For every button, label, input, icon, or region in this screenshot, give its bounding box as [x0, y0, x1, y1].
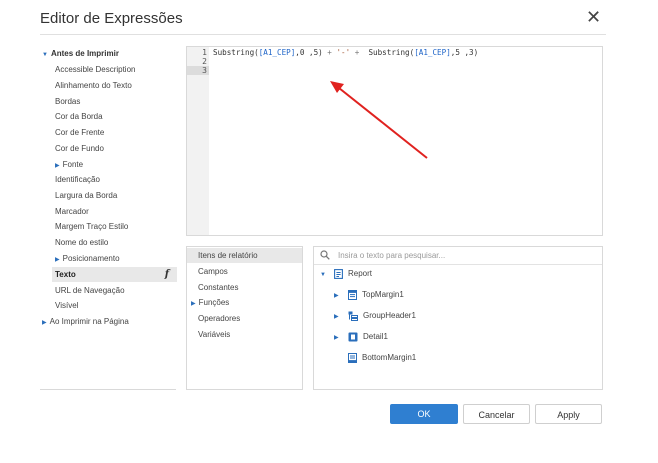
category-variaveis[interactable]: Variáveis — [187, 327, 302, 342]
cancel-button[interactable]: Cancelar — [463, 404, 530, 424]
dialog-title: Editor de Expressões — [40, 10, 183, 27]
category-itens-de-relatorio[interactable]: Itens de relatório — [187, 248, 302, 263]
tree-item[interactable]: Accessible Description — [55, 62, 135, 77]
caret-right-icon: ▶ — [55, 163, 60, 169]
ok-button[interactable]: OK — [390, 404, 458, 424]
tree-item-posicionamento[interactable]: ▶ Posicionamento — [55, 251, 120, 266]
field-report[interactable]: ▼ Report — [320, 267, 372, 281]
search-box[interactable]: Insira o texto para pesquisar... — [314, 247, 602, 265]
category-operadores[interactable]: Operadores — [187, 311, 302, 326]
code-line-1[interactable]: Substring([A1_CEP],0 ,5) + '-' + Substri… — [213, 48, 478, 57]
category-list: Itens de relatório Campos Constantes ▶ Fu… — [186, 246, 303, 390]
expression-editor[interactable]: 1 2 3 Substring([A1_CEP],0 ,5) + '-' + S… — [186, 46, 603, 236]
detail-icon — [348, 332, 358, 342]
line-number-active: 3 — [187, 66, 209, 75]
caret-right-icon: ▶ — [334, 335, 339, 341]
tree-item[interactable]: Visível — [55, 298, 78, 313]
caret-right-icon: ▶ — [334, 314, 339, 320]
field-topmargin[interactable]: ▶ TopMargin1 — [334, 288, 404, 302]
category-funcoes[interactable]: ▶ Funções — [187, 295, 302, 310]
tree-item[interactable]: Cor da Borda — [55, 109, 103, 124]
property-tree: ▼ Antes de Imprimir Accessible Descriptio… — [40, 46, 177, 390]
tree-item[interactable]: Margem Traço Estilo — [55, 219, 128, 234]
apply-button[interactable]: Apply — [535, 404, 602, 424]
group-header-icon — [348, 311, 358, 321]
function-icon[interactable]: f — [165, 267, 169, 282]
tree-item-texto-selected[interactable]: Texto f — [52, 267, 177, 282]
tree-item[interactable]: Alinhamento do Texto — [55, 78, 132, 93]
caret-right-icon: ▶ — [191, 301, 196, 307]
tree-root-antes-de-imprimir[interactable]: ▼ Antes de Imprimir — [42, 46, 119, 61]
tree-item[interactable]: Marcador — [55, 204, 89, 219]
tree-item[interactable]: URL de Navegação — [55, 283, 125, 298]
field-groupheader[interactable]: ▶ GroupHeader1 — [334, 309, 416, 323]
search-input[interactable]: Insira o texto para pesquisar... — [338, 251, 445, 260]
tree-item-fonte[interactable]: ▶ Fonte — [55, 157, 83, 172]
field-detail[interactable]: ▶ Detail1 — [334, 330, 388, 344]
tree-item[interactable]: Nome do estilo — [55, 235, 108, 250]
tree-item[interactable]: Cor de Fundo — [55, 141, 104, 156]
tree-root-ao-imprimir[interactable]: ▶ Ao Imprimir na Página — [42, 314, 129, 329]
header-divider — [40, 34, 606, 35]
line-number: 2 — [202, 57, 207, 66]
line-number-gutter: 1 2 3 — [187, 47, 209, 235]
category-constantes[interactable]: Constantes — [187, 280, 302, 295]
band-icon — [348, 289, 357, 300]
tree-item[interactable]: Largura da Borda — [55, 188, 117, 203]
tree-item[interactable]: Cor de Frente — [55, 125, 104, 140]
search-icon — [320, 250, 330, 260]
band-icon — [348, 352, 357, 363]
tree-item[interactable]: Identificação — [55, 172, 100, 187]
caret-right-icon: ▶ — [334, 293, 339, 299]
category-campos[interactable]: Campos — [187, 264, 302, 279]
report-icon — [334, 268, 343, 279]
caret-right-icon: ▶ — [55, 257, 60, 263]
caret-down-icon: ▼ — [320, 272, 326, 278]
field-tree-panel: Insira o texto para pesquisar... ▼ Report… — [313, 246, 603, 390]
caret-down-icon: ▼ — [42, 52, 48, 58]
line-number: 1 — [202, 48, 207, 57]
close-icon[interactable]: ✕ — [586, 8, 601, 26]
caret-right-icon: ▶ — [42, 320, 47, 326]
field-bottommargin[interactable]: BottomMargin1 — [348, 351, 416, 365]
tree-item[interactable]: Bordas — [55, 94, 80, 109]
